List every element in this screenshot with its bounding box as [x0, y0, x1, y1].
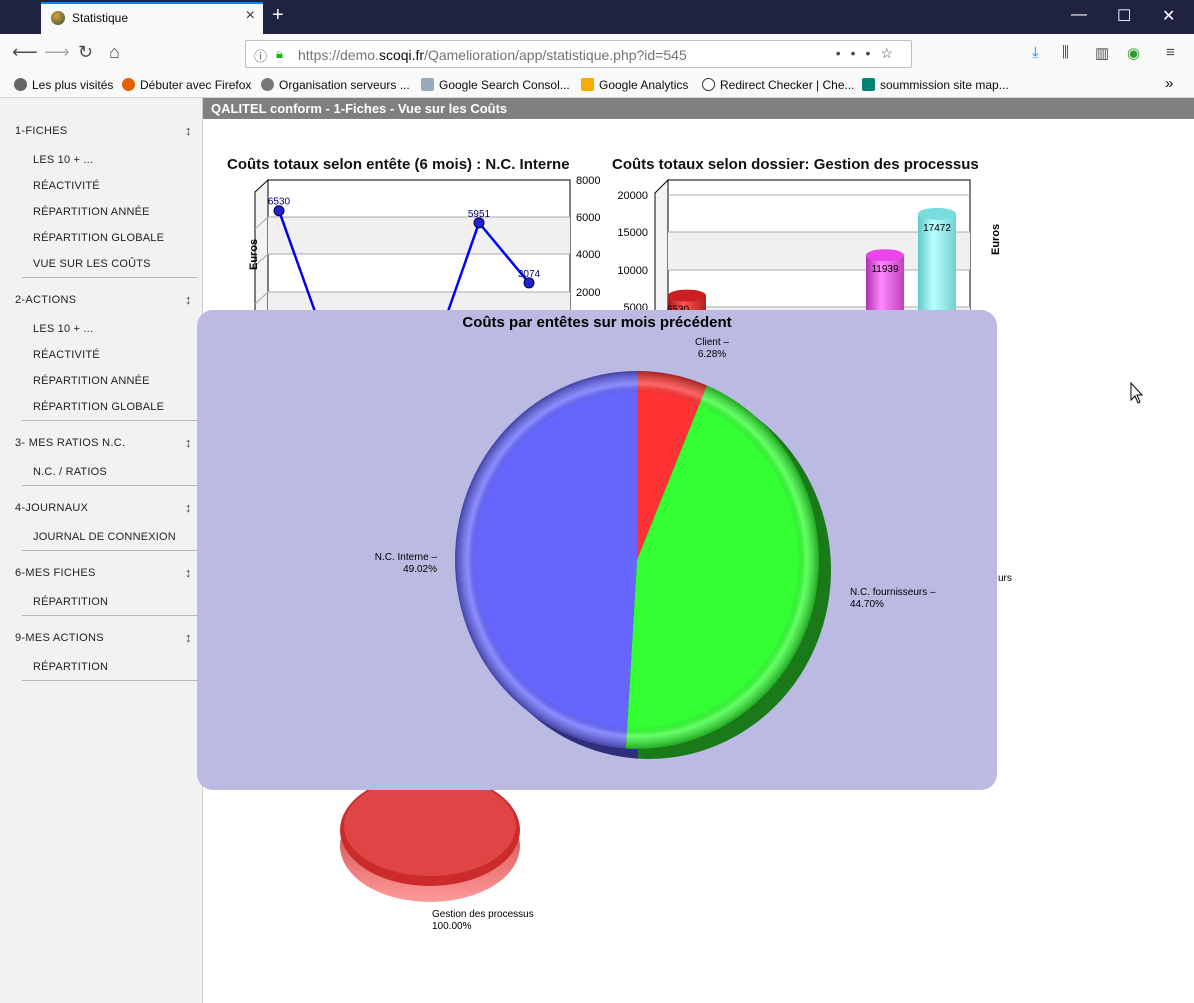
bar-chart-ylabel: Euros — [990, 224, 1002, 255]
bar-chart-cut-label: urs — [998, 573, 1012, 584]
line-point-label: 6530 — [268, 197, 291, 208]
bar-value-label: 11939 — [871, 264, 899, 275]
bar-cap — [918, 207, 956, 220]
line-chart-tick-label: 6000 — [576, 212, 600, 224]
bar-chart-tick-label: 20000 — [617, 190, 648, 202]
pie-chart-overlay[interactable]: Coûts par entêtes sur mois précédent Cli… — [197, 310, 997, 790]
line-chart-ylabel: Euros — [248, 239, 260, 270]
line-chart-tick-label: 8000 — [576, 175, 600, 187]
bar-chart: 2000015000100005000 Euros 65301193917472 — [617, 178, 1002, 321]
pie-chart-svg: Coûts par entêtes sur mois précédent Cli… — [375, 314, 936, 759]
pie-pct-processus: 100.00% — [432, 921, 472, 932]
pie-chart-title: Coûts par entêtes sur mois précédent — [462, 314, 731, 331]
process-pie-chart — [340, 774, 520, 902]
line-chart-tick-label: 2000 — [576, 287, 600, 299]
bar-cap — [866, 249, 904, 262]
pie-slice-percent: 49.02% — [403, 564, 437, 575]
pie-label-processus: Gestion des processus — [432, 909, 534, 920]
bar-value-label: 17472 — [923, 223, 951, 234]
bar-cap — [668, 289, 706, 302]
line-point-label: 3074 — [518, 269, 541, 280]
pie-rim — [455, 371, 819, 749]
pie-slice-label: Client – — [695, 337, 729, 348]
line-point-label: 5951 — [468, 209, 491, 220]
line-chart-tick-label: 4000 — [576, 249, 600, 261]
pie-slice-label: N.C. fournisseurs – — [850, 587, 936, 598]
bar-chart-tick-label: 10000 — [617, 265, 648, 277]
pie-slice-percent: 44.70% — [850, 599, 884, 610]
pie-slice-label: N.C. Interne – — [375, 552, 438, 563]
line-chart: 8000 6000 4000 2000 Euros 6530 5951 3074 — [248, 175, 600, 321]
pie-slice-percent: 6.28% — [698, 349, 726, 360]
bar-chart-tick-label: 15000 — [617, 227, 648, 239]
